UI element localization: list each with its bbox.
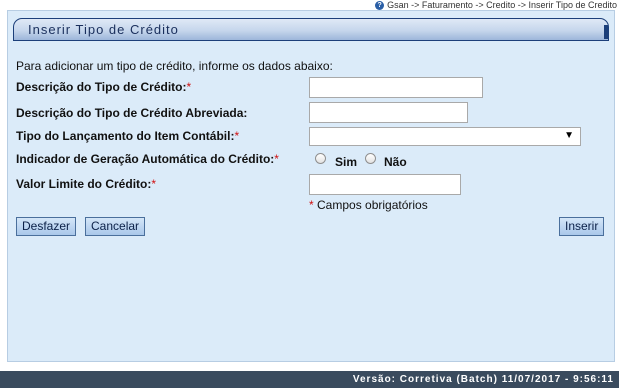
valor-limite-label: Valor Limite do Crédito:*	[16, 177, 156, 191]
required-mark: *	[151, 177, 157, 191]
descricao-abreviada-label: Descrição do Tipo de Crédito Abreviada:	[16, 106, 248, 120]
radio-nao[interactable]	[365, 153, 376, 164]
required-mark: *	[186, 80, 192, 94]
required-mark: *	[234, 129, 240, 143]
required-mark: *	[274, 152, 279, 166]
required-note-text: Campos obrigatórios	[317, 198, 428, 212]
radio-sim[interactable]	[315, 153, 326, 164]
required-fields-note: * Campos obrigatórios	[309, 198, 428, 212]
descricao-abreviada-input[interactable]	[309, 102, 468, 123]
version-footer: Versão: Corretiva (Batch) 11/07/2017 - 9…	[0, 371, 619, 388]
panel-title: Inserir Tipo de Crédito	[28, 22, 179, 37]
required-mark: *	[309, 198, 314, 212]
valor-limite-label-text: Valor Limite do Crédito:	[16, 177, 152, 191]
tipo-lancamento-label: Tipo do Lançamento do Item Contábil:*	[16, 129, 239, 143]
indicador-geracao-label: Indicador de Geração Automática do Crédi…	[16, 152, 279, 166]
indicador-geracao-label-text: Indicador de Geração Automática do Crédi…	[16, 152, 275, 166]
dropdown-arrow-icon[interactable]: ▼	[564, 130, 574, 141]
descricao-input[interactable]	[309, 77, 483, 98]
version-text: Versão: Corretiva (Batch) 11/07/2017 - 9…	[352, 374, 614, 385]
breadcrumb: ? Gsan -> Faturamento -> Credito -> Inse…	[375, 0, 617, 10]
tipo-lancamento-label-text: Tipo do Lançamento do Item Contábil:	[16, 129, 235, 143]
inserir-button[interactable]: Inserir	[559, 217, 605, 236]
desfazer-button[interactable]: Desfazer	[16, 217, 77, 236]
title-bar-edge	[604, 25, 608, 39]
descricao-label: Descrição do Tipo de Crédito:*	[16, 80, 191, 94]
cancelar-button[interactable]: Cancelar	[85, 217, 146, 236]
help-icon[interactable]: ?	[375, 0, 385, 10]
radio-sim-label[interactable]: Sim	[335, 155, 357, 169]
panel-title-bar: Inserir Tipo de Crédito	[13, 18, 609, 41]
radio-nao-label[interactable]: Não	[384, 155, 407, 169]
breadcrumb-text[interactable]: Gsan -> Faturamento -> Credito -> Inseri…	[387, 0, 617, 10]
form-panel: Inserir Tipo de Crédito Para adicionar u…	[7, 10, 615, 362]
form-intro: Para adicionar um tipo de crédito, infor…	[16, 59, 333, 73]
descricao-label-text: Descrição do Tipo de Crédito:	[16, 80, 187, 94]
tipo-lancamento-select[interactable]: ▼	[309, 127, 581, 146]
valor-limite-input[interactable]	[309, 174, 461, 195]
